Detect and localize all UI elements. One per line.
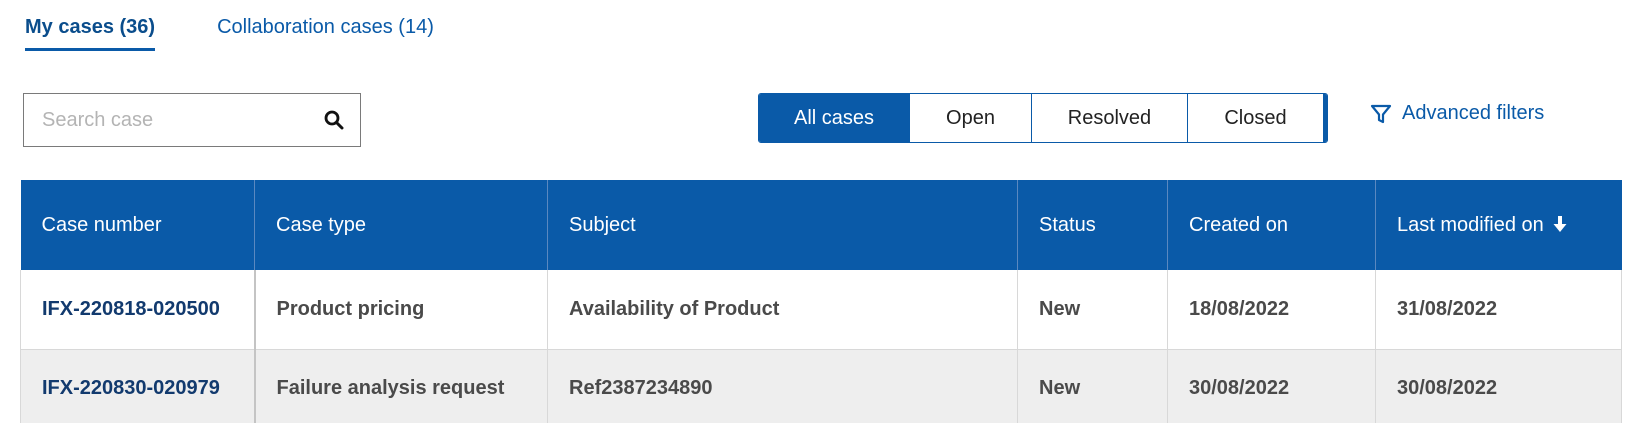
search-button[interactable] bbox=[308, 94, 360, 146]
header-last-modified-on[interactable]: Last modified on bbox=[1375, 180, 1622, 270]
table-row[interactable]: IFX-220818-020500 Product pricing Availa… bbox=[20, 270, 1622, 350]
created-on-cell: 18/08/2022 bbox=[1167, 270, 1376, 350]
header-case-type[interactable]: Case type bbox=[254, 180, 548, 270]
filter-closed-button[interactable]: Closed bbox=[1187, 94, 1323, 142]
subject-cell: Ref2387234890 bbox=[547, 349, 1018, 423]
filter-resolved-button[interactable]: Resolved bbox=[1031, 94, 1187, 142]
last-modified-cell: 30/08/2022 bbox=[1375, 349, 1622, 423]
filter-group-edge bbox=[1323, 94, 1327, 142]
case-type-cell: Product pricing bbox=[254, 270, 548, 350]
tab-my-cases[interactable]: My cases (36) bbox=[25, 16, 156, 51]
case-type-cell: Failure analysis request bbox=[254, 349, 548, 423]
last-modified-cell: 31/08/2022 bbox=[1375, 270, 1622, 350]
status-filter-group: All cases Open Resolved Closed bbox=[758, 93, 1328, 143]
header-status[interactable]: Status bbox=[1017, 180, 1168, 270]
subject-cell: Availability of Product bbox=[547, 270, 1018, 350]
case-number-link[interactable]: IFX-220830-020979 bbox=[20, 349, 256, 423]
arrow-down-icon bbox=[1553, 215, 1567, 232]
header-created-on[interactable]: Created on bbox=[1167, 180, 1376, 270]
filter-icon bbox=[1370, 104, 1392, 123]
search-input[interactable] bbox=[24, 94, 308, 146]
case-number-link[interactable]: IFX-220818-020500 bbox=[20, 270, 256, 350]
search-icon bbox=[324, 110, 344, 130]
header-subject[interactable]: Subject bbox=[547, 180, 1018, 270]
filter-open-button[interactable]: Open bbox=[909, 94, 1031, 142]
status-cell: New bbox=[1017, 270, 1168, 350]
case-tabs: My cases (36) Collaboration cases (14) bbox=[25, 16, 496, 51]
tab-collaboration-cases[interactable]: Collaboration cases (14) bbox=[217, 16, 434, 51]
advanced-filters-link[interactable]: Advanced filters bbox=[1370, 102, 1544, 125]
search-box bbox=[23, 93, 361, 147]
table-header-row: Case number Case type Subject Status Cre… bbox=[20, 180, 1622, 270]
status-cell: New bbox=[1017, 349, 1168, 423]
table-row[interactable]: IFX-220830-020979 Failure analysis reque… bbox=[20, 349, 1622, 423]
filter-all-cases-button[interactable]: All cases bbox=[759, 94, 909, 142]
created-on-cell: 30/08/2022 bbox=[1167, 349, 1376, 423]
header-case-number[interactable]: Case number bbox=[20, 180, 255, 270]
cases-table: Case number Case type Subject Status Cre… bbox=[20, 180, 1622, 423]
header-last-modified-label: Last modified on bbox=[1397, 213, 1544, 236]
advanced-filters-label: Advanced filters bbox=[1402, 102, 1545, 124]
